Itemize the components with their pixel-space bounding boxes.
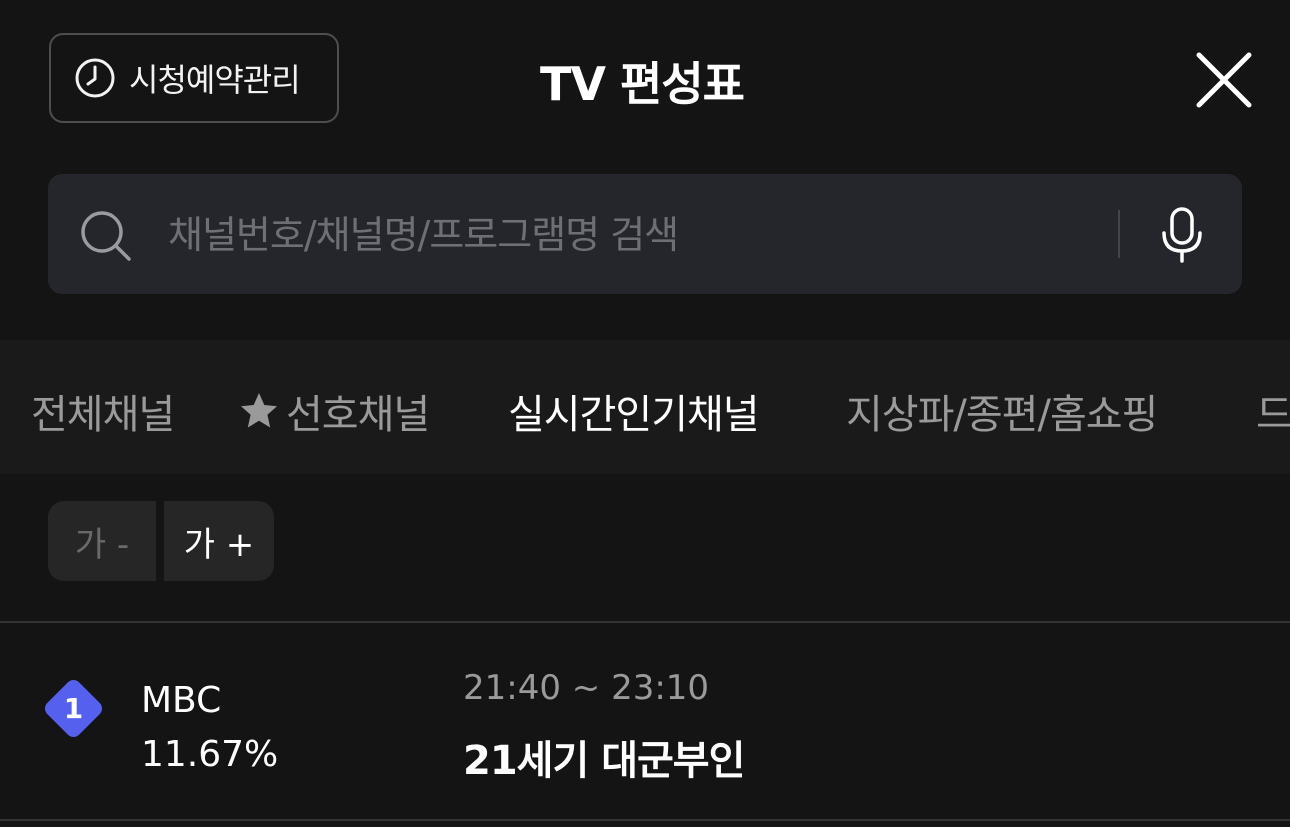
tab-label: 실시간인기채널 xyxy=(508,392,760,438)
channel-category-tabs: 전체채널 선호채널 실시간인기채널 지상파/종편/홈쇼핑 드 xyxy=(0,340,1290,474)
close-button[interactable] xyxy=(1194,50,1254,110)
clock-icon xyxy=(73,56,117,100)
tv-schedule-page: 시청예약관리 TV 편성표 전체채널 xyxy=(0,0,1290,827)
watch-reservation-label: 시청예약관리 xyxy=(129,61,301,99)
tab-label: 전체채널 xyxy=(31,392,175,438)
tab-label: 지상파/종편/홈쇼핑 xyxy=(846,392,1158,438)
channel-rating: 11.67% xyxy=(141,734,279,775)
tab-realtime-popular-channels[interactable]: 실시간인기채널 xyxy=(508,382,760,440)
search-bar xyxy=(48,174,1242,294)
tab-favorite-channels[interactable]: 선호채널 xyxy=(238,382,430,440)
font-size-decrease-button[interactable]: 가 - xyxy=(48,501,156,581)
page-title: TV 편성표 xyxy=(540,57,745,111)
search-icon xyxy=(78,208,134,264)
program-title: 21세기 대군부인 xyxy=(463,738,745,784)
list-top-divider xyxy=(0,621,1290,623)
font-size-controls: 가 - 가 + xyxy=(48,501,274,581)
tab-label: 선호채널 xyxy=(286,392,430,438)
tab-next-partial[interactable]: 드 xyxy=(1256,382,1290,440)
tab-all-channels[interactable]: 전체채널 xyxy=(31,382,175,440)
mic-icon[interactable] xyxy=(1160,206,1204,264)
close-icon xyxy=(1196,52,1252,108)
row-bottom-divider xyxy=(0,819,1290,821)
tab-terrestrial-shopping[interactable]: 지상파/종편/홈쇼핑 xyxy=(846,382,1158,440)
channel-name: MBC xyxy=(141,680,222,721)
program-time: 21:40 ~ 23:10 xyxy=(463,668,710,708)
rank-number: 1 xyxy=(63,692,84,725)
star-icon xyxy=(238,390,280,432)
font-size-increase-button[interactable]: 가 + xyxy=(164,501,274,581)
search-input[interactable] xyxy=(166,198,1110,272)
tab-label: 드 xyxy=(1256,392,1290,438)
watch-reservation-button[interactable]: 시청예약관리 xyxy=(49,33,339,123)
search-divider xyxy=(1118,210,1120,258)
